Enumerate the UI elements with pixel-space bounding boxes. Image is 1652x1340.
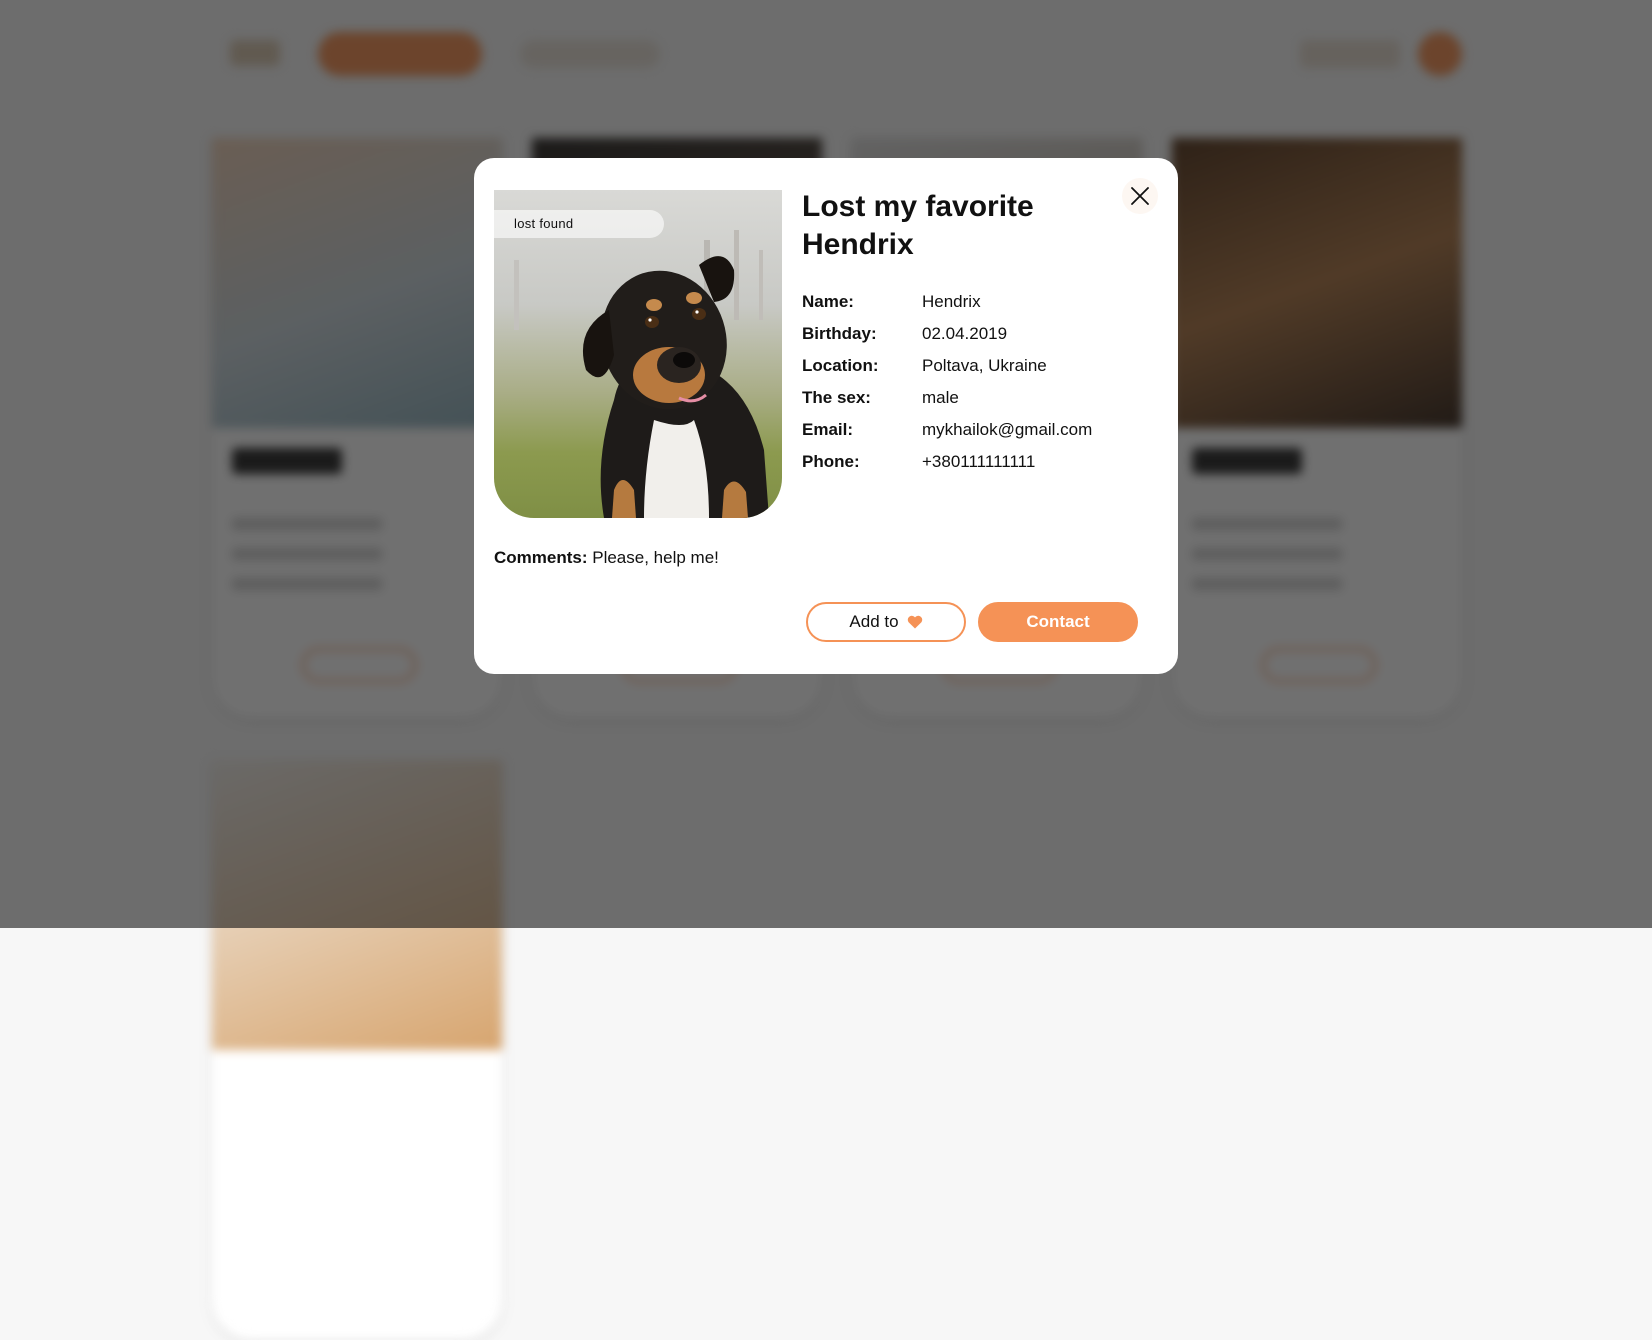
pet-details-modal: lost found Lost my favorite Hendrix Name…: [474, 158, 1178, 674]
info-label: Location:: [802, 356, 879, 375]
info-row-email: Email: mykhailok@gmail.com: [802, 414, 1092, 446]
contact-button[interactable]: Contact: [978, 602, 1138, 642]
info-row-name: Name: Hendrix: [802, 286, 1092, 318]
info-value: Hendrix: [922, 292, 981, 311]
close-button[interactable]: [1122, 178, 1158, 214]
phone-link[interactable]: +380111111111: [922, 452, 1035, 472]
pet-info-list: Name: Hendrix Birthday: 02.04.2019 Locat…: [802, 286, 1092, 478]
add-button-label: Add to: [849, 612, 899, 631]
comments-text: Please, help me!: [587, 548, 719, 567]
info-label: Phone:: [802, 452, 860, 471]
info-label: The sex:: [802, 388, 871, 407]
modal-title: Lost my favorite Hendrix: [802, 190, 1034, 261]
comments-label: Comments:: [494, 548, 588, 567]
dog-illustration: [514, 230, 769, 518]
info-label: Name:: [802, 292, 854, 311]
info-row-phone: Phone: +380111111111: [802, 446, 1092, 478]
comments: Comments: Please, help me!: [494, 548, 719, 568]
status-badge: lost found: [494, 210, 664, 238]
info-row-birthday: Birthday: 02.04.2019: [802, 318, 1092, 350]
add-to-favorites-button[interactable]: Add to: [806, 602, 966, 642]
heart-icon: [907, 615, 922, 629]
info-label: Email:: [802, 420, 854, 439]
info-value: male: [922, 388, 959, 407]
info-value: 02.04.2019: [922, 324, 1008, 343]
email-link[interactable]: mykhailok@gmail.com: [922, 420, 1092, 440]
info-row-sex: The sex: male: [802, 382, 1092, 414]
close-icon: [1131, 187, 1149, 205]
info-row-location: Location: Poltava, Ukraine: [802, 350, 1092, 382]
info-value: Poltava, Ukraine: [922, 356, 1047, 375]
pet-photo: lost found: [494, 190, 782, 518]
info-label: Birthday:: [802, 324, 877, 343]
